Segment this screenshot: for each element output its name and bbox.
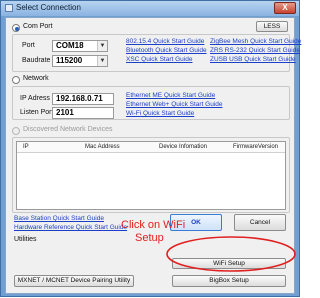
annotation-circle (166, 236, 296, 272)
select-connection-window: Select Connection X Com Port LESS Port C… (0, 0, 301, 297)
